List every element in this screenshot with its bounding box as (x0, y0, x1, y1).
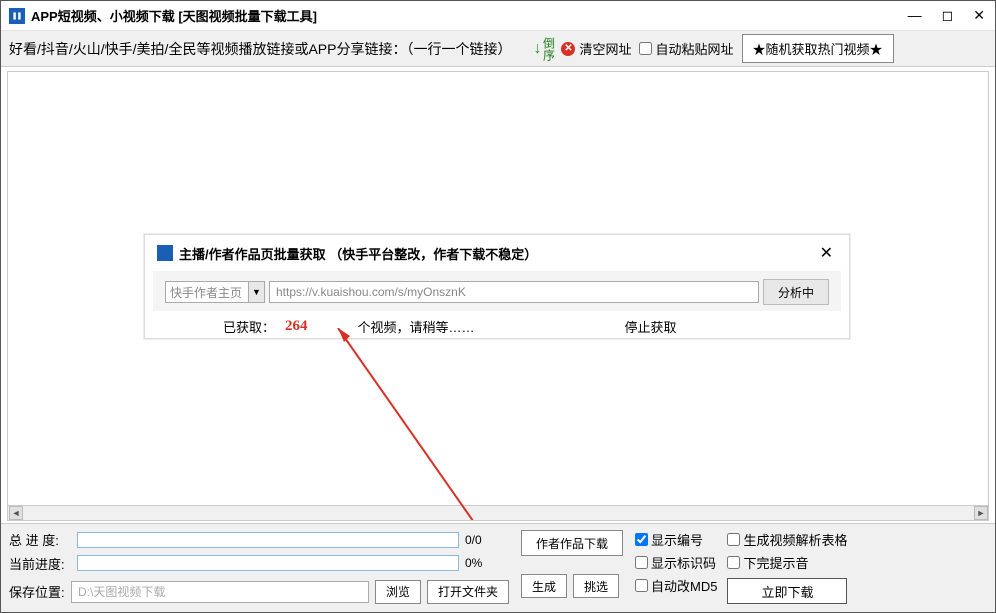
window-title: APP短视频、小视频下载 [天图视频批量下载工具] (31, 6, 317, 25)
save-path-input[interactable] (71, 581, 369, 603)
total-progress-bar (77, 532, 459, 548)
browse-button[interactable]: 浏览 (375, 580, 421, 604)
dialog-icon (157, 245, 173, 261)
minimize-button[interactable]: — (904, 7, 926, 24)
platform-select-input[interactable] (166, 283, 248, 301)
auto-md5-checkbox[interactable]: 自动改MD5 (635, 576, 717, 595)
platform-select[interactable]: ▼ (165, 281, 265, 303)
toolbar-hint: 好看/抖音/火山/快手/美拍/全民等视频播放链接或APP分享链接：（一行一个链接… (9, 39, 511, 59)
autopaste-input[interactable] (639, 42, 652, 55)
current-progress-value: 0% (465, 556, 509, 570)
clear-icon: ✕ (561, 42, 575, 56)
titlebar: APP短视频、小视频下载 [天图视频批量下载工具] — ◻ ✕ (1, 1, 995, 31)
download-button[interactable]: 立即下载 (727, 578, 847, 604)
chevron-down-icon[interactable]: ▼ (248, 282, 264, 302)
app-icon (9, 8, 25, 24)
gen-table-checkbox[interactable]: 生成视频解析表格 (727, 530, 847, 549)
scroll-right-button[interactable]: ► (974, 506, 988, 520)
stop-fetch-label: 停止获取 (625, 317, 677, 336)
analyze-button[interactable]: 分析中 (763, 279, 829, 305)
toolbar: 好看/抖音/火山/快手/美拍/全民等视频播放链接或APP分享链接：（一行一个链接… (1, 31, 995, 67)
show-number-checkbox[interactable]: 显示编号 (635, 530, 717, 549)
generate-button[interactable]: 生成 (521, 574, 567, 598)
show-id-checkbox[interactable]: 显示标识码 (635, 553, 717, 572)
maximize-button[interactable]: ◻ (938, 7, 958, 24)
down-arrow-icon: ↓ (533, 40, 541, 58)
main-area: ◄ ► 主播/作者作品页批量获取 （快手平台整改，作者下载不稳定） ✕ ▼ 分析… (7, 71, 989, 521)
total-progress-label: 总 进 度: (9, 530, 71, 549)
dialog-title: 主播/作者作品页批量获取 （快手平台整改，作者下载不稳定） (179, 244, 537, 263)
bottom-panel: 总 进 度: 0/0 当前进度: 0% 保存位置: 浏览 打开文件夹 作者作品下… (1, 523, 995, 612)
fetched-count: 264 (285, 318, 308, 335)
random-hot-button[interactable]: ★随机获取热门视频★ (742, 34, 894, 63)
reverse-button[interactable]: ↓ 倒序 (533, 37, 553, 61)
open-folder-button[interactable]: 打开文件夹 (427, 580, 509, 604)
author-download-button[interactable]: 作者作品下载 (521, 530, 623, 556)
clear-url-button[interactable]: ✕ 清空网址 (561, 39, 631, 58)
dialog-close-button[interactable]: ✕ (816, 243, 837, 263)
current-progress-bar (77, 555, 459, 571)
current-progress-label: 当前进度: (9, 554, 71, 573)
total-progress-value: 0/0 (465, 533, 509, 547)
dialog-status: 已获取： 264 个视频，请稍等…… 停止获取 (153, 311, 841, 338)
save-path-label: 保存位置: (9, 582, 65, 601)
done-sound-checkbox[interactable]: 下完提示音 (727, 553, 847, 572)
close-button[interactable]: ✕ (969, 7, 989, 24)
pick-button[interactable]: 挑选 (573, 574, 619, 598)
batch-dialog: 主播/作者作品页批量获取 （快手平台整改，作者下载不稳定） ✕ ▼ 分析中 已获… (144, 234, 850, 339)
url-input[interactable] (269, 281, 759, 303)
autopaste-checkbox[interactable]: 自动粘贴网址 (639, 39, 733, 58)
annotation-arrow (298, 328, 498, 521)
scroll-left-button[interactable]: ◄ (9, 506, 23, 520)
